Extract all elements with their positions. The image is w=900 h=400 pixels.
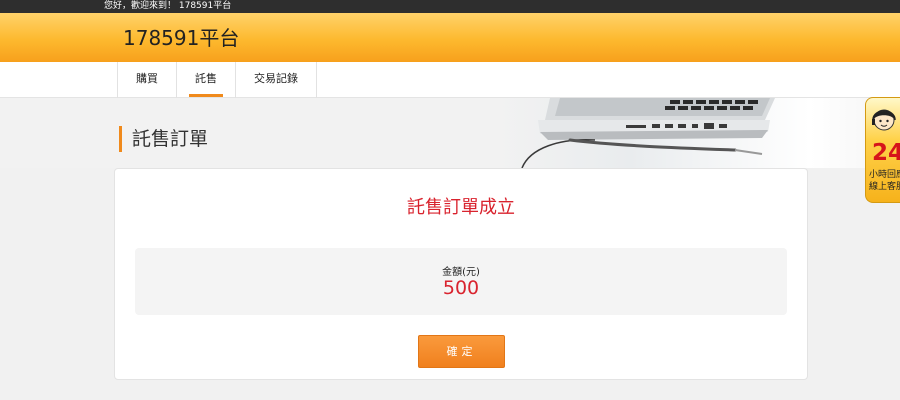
- confirm-button[interactable]: 確定: [418, 335, 505, 368]
- laptop-illustration: [521, 98, 775, 168]
- nav-item-consign[interactable]: 託售: [177, 62, 236, 98]
- site-header: 178591平台: [0, 13, 900, 62]
- amount-box: 金額(元) 500: [135, 248, 787, 315]
- site-brand[interactable]: 178591平台: [123, 22, 239, 51]
- customer-service-widget[interactable]: 24 小時回應 線上客服: [865, 97, 900, 203]
- greeting-text: 您好，歡迎來到！ 178591平台: [104, 1, 232, 11]
- amount-value: 500: [442, 277, 480, 299]
- page-title-block: 託售訂單: [119, 126, 208, 152]
- nav-item-transaction-history[interactable]: 交易記錄: [236, 62, 317, 98]
- main-nav: 購買 託售 交易記錄: [0, 62, 900, 98]
- support-hours-number: 24: [872, 140, 900, 166]
- support-agent-icon: [872, 109, 896, 131]
- support-online-text: 線上客服: [869, 182, 900, 192]
- top-bar: 您好，歡迎來到！ 178591平台: [0, 0, 900, 13]
- success-message: 託售訂單成立: [407, 197, 515, 218]
- page-title: 託售訂單: [132, 128, 209, 150]
- order-result-card: 託售訂單成立 金額(元) 500 確定: [114, 168, 808, 380]
- nav-item-buy[interactable]: 購買: [118, 62, 177, 98]
- amount-label: 金額(元): [442, 267, 480, 278]
- support-hours-text: 小時回應: [869, 170, 900, 180]
